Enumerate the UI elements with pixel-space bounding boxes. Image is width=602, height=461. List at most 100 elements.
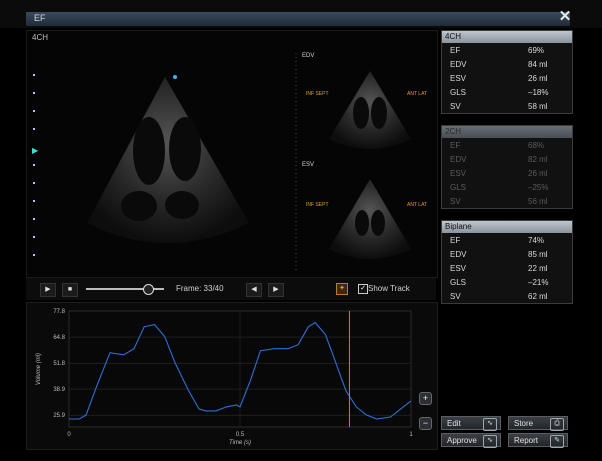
depth-tick [33,254,35,256]
metric-label: EDV [450,155,467,164]
metric-label: EF [450,236,461,245]
view-label: 4CH [32,33,49,42]
metric-value: –18% [528,88,549,97]
edit-trace-icon: ∿ [483,418,497,431]
depth-tick [33,236,35,238]
result-row: EF 69% [442,44,572,58]
result-row: GLS –21% [442,276,572,290]
depth-tick [33,200,35,202]
result-row: EF 74% [442,234,572,248]
close-icon[interactable]: ✕ [558,9,572,24]
orientation-right-esv: ANT LAT [407,202,428,208]
metric-label: GLS [450,278,467,287]
metric-label: EF [450,141,461,150]
zoom-out-button[interactable]: − [419,417,432,430]
metric-label: EDV [450,250,467,259]
show-track-checkbox[interactable]: ✓ [358,284,368,294]
depth-tick [33,74,35,76]
metric-value: 22 ml [528,264,548,273]
edv-echo-sector [329,71,411,149]
metric-value: 68% [528,141,545,150]
metric-label: SV [450,197,461,206]
volume-chart: 25.9 38.9 51.8 64.8 77.8 0 0.5 1 Time (s) Volume … [36,309,413,446]
metric-label: GLS [450,183,467,192]
result-row: GLS –18% [442,86,572,100]
x-tick-label: 1 [409,432,413,438]
orientation-left-edv: INF SEPT [306,91,329,97]
depth-tick [33,182,35,184]
edv-label: EDV [302,53,315,59]
panel-title: Biplane [442,221,572,233]
y-tick-label: 25.9 [53,413,65,419]
x-tick-label: 0.5 [236,432,245,438]
edit-label: Edit [447,419,461,428]
play-icon[interactable]: ▶ [40,283,56,297]
orientation-left-esv: INF SEPT [306,202,329,208]
stop-icon[interactable]: ■ [62,283,78,297]
main-chamber-ra [165,191,199,219]
apex-marker [173,75,177,79]
window-title: EF [34,13,46,23]
metric-label: SV [450,292,461,301]
metric-value: 58 ml [528,102,548,111]
y-axis-label: Volume (ml) [36,353,42,385]
approve-trace-icon: ∿ [483,435,497,448]
orientation-right-edv: ANT LAT [407,91,428,97]
scrubber-thumb[interactable] [143,284,154,295]
prev-frame-icon[interactable]: ◀ [246,283,262,297]
metric-label: EF [450,46,461,55]
store-label: Store [514,419,534,428]
metric-label: EDV [450,60,467,69]
panel-4ch: 4CH EF 69% EDV 84 ml ESV 26 ml GLS –18% SV 58… [441,30,573,114]
report-button[interactable]: Report ✎ [508,433,568,448]
x-axis-label: Time (s) [229,440,251,446]
panel-title: 4CH [442,31,572,43]
track-icon[interactable]: ✦ [336,283,348,295]
store-button[interactable]: Store ⎙ [508,416,568,431]
metric-label: ESV [450,74,467,83]
metric-value: 85 ml [528,250,548,259]
depth-tick [33,128,35,130]
esv-label: ESV [302,162,315,168]
show-track-label: Show Track [368,284,410,293]
result-row: GLS –25% [442,181,572,195]
report-label: Report [514,436,539,445]
echo-images [87,53,411,271]
depth-tick [33,110,35,112]
result-row: EF 68% [442,139,572,153]
edit-button[interactable]: Edit ∿ [441,416,501,431]
metric-value: 62 ml [528,292,548,301]
store-icon: ⎙ [550,418,564,431]
metric-value: 69% [528,46,545,55]
metric-label: GLS [450,88,467,97]
zoom-in-button[interactable]: + [419,392,432,405]
report-icon: ✎ [550,435,564,448]
approve-label: Approve [447,436,477,445]
metric-label: SV [450,102,461,111]
main-chamber-la [121,191,157,221]
x-tick-label: 0 [67,432,71,438]
result-row: ESV 26 ml [442,72,572,86]
result-row: EDV 84 ml [442,58,572,72]
metric-value: 26 ml [528,169,548,178]
metric-value: 26 ml [528,74,548,83]
echo-image-area [26,30,438,278]
y-tick-label: 64.8 [53,335,65,341]
metric-value: 74% [528,236,545,245]
next-frame-icon[interactable]: ▶ [268,283,284,297]
depth-tick [33,218,35,220]
metric-label: ESV [450,169,467,178]
frame-counter: Frame: 33/40 [176,284,224,293]
panel-2ch: 2CH EF 68% EDV 82 ml ESV 26 ml GLS –25% SV 56… [441,125,573,209]
panel-biplane: Biplane EF 74% EDV 85 ml ESV 22 ml GLS –21% … [441,220,573,304]
metric-value: 84 ml [528,60,548,69]
y-tick-label: 38.9 [53,387,65,393]
result-row: SV 56 ml [442,195,572,209]
result-row: EDV 85 ml [442,248,572,262]
esv-echo-sector [329,179,411,259]
result-row: SV 58 ml [442,100,572,114]
metric-value: 82 ml [528,155,548,164]
approve-button[interactable]: Approve ∿ [441,433,501,448]
result-row: EDV 82 ml [442,153,572,167]
depth-tick [33,92,35,94]
